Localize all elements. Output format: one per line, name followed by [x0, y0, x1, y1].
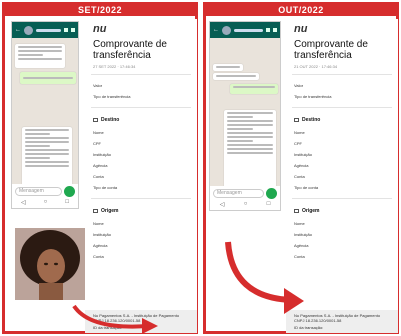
chat-footer: Mensagem ◁ ○ □: [12, 184, 78, 208]
message-input[interactable]: Mensagem: [15, 187, 62, 196]
phone-icon[interactable]: [273, 28, 277, 32]
chat-header: ←: [12, 22, 78, 38]
recent-nav-icon[interactable]: □: [65, 199, 69, 206]
receipt-date: 21 OUT 2022 · 17:46:34: [294, 64, 338, 69]
left-whatsapp-screen: ← Mensagem ◁ ○ □: [11, 21, 79, 209]
video-icon[interactable]: [266, 28, 270, 32]
video-icon[interactable]: [64, 28, 68, 32]
nubank-logo: nu: [93, 23, 107, 35]
receipt-date: 27 SET 2022 · 17:46:34: [93, 64, 136, 69]
chat-footer: Mensagem ◁ ○ □: [210, 186, 280, 210]
origem-heading: Origem: [302, 208, 320, 214]
nome-label: Nome: [294, 130, 305, 135]
receipt-title: Comprovante de transferência: [93, 39, 167, 61]
android-navbar: ◁ ○ □: [210, 201, 280, 208]
instituicao2-label: Instituição: [294, 232, 313, 237]
right-banner: OUT/2022: [206, 5, 396, 16]
message-input[interactable]: Mensagem: [213, 189, 264, 198]
message-bubble: [230, 84, 278, 94]
left-banner: SET/2022: [5, 5, 195, 16]
destination-icon: [294, 118, 299, 122]
back-nav-icon[interactable]: ◁: [21, 199, 26, 206]
android-navbar: ◁ ○ □: [12, 199, 78, 206]
nome2-label: Nome: [294, 221, 305, 226]
nubank-logo: nu: [294, 23, 308, 35]
tipo-label: Tipo de transferência: [294, 94, 332, 99]
avatar[interactable]: [222, 25, 231, 35]
tipo-conta-label: Tipo de conta: [294, 185, 319, 190]
receipt-thumbnail[interactable]: [224, 110, 276, 188]
cpf-label: CPF: [294, 141, 302, 146]
conta-label: Conta: [294, 174, 305, 179]
chat-title: [36, 28, 61, 32]
nome2-label: Nome: [93, 221, 104, 226]
woman-photo: [15, 228, 85, 300]
cpf-label: CPF: [93, 141, 101, 146]
tipo-conta-label: Tipo de conta: [93, 185, 118, 190]
receipt-title: Comprovante de transferência: [294, 39, 368, 61]
destino-heading: Destino: [101, 117, 120, 123]
message-bubble: [213, 73, 259, 80]
conta2-label: Conta: [93, 254, 104, 259]
origin-icon: [294, 209, 299, 213]
message-bubble: [213, 64, 243, 71]
back-arrow-icon[interactable]: ←: [213, 27, 219, 33]
footer-transaction-id: ID da transação:: [294, 325, 324, 330]
chat-header: ←: [210, 22, 280, 38]
origin-icon: [93, 209, 98, 213]
left-receipt: nu Comprovante de transferência 27 SET 2…: [85, 19, 197, 333]
right-whatsapp-screen: ← Mensagem ◁ ○ □: [209, 21, 281, 211]
red-arrow-right: [225, 241, 304, 314]
mic-icon[interactable]: [64, 186, 75, 197]
valor-label: Valor: [294, 83, 304, 88]
valor-label: Valor: [93, 83, 103, 88]
tipo-label: Tipo de transferência: [93, 94, 131, 99]
agencia2-label: Agência: [93, 243, 108, 248]
instituicao-label: Instituição: [294, 152, 313, 157]
recent-nav-icon[interactable]: □: [267, 201, 271, 208]
nome-label: Nome: [93, 130, 104, 135]
home-nav-icon[interactable]: ○: [44, 199, 48, 206]
home-nav-icon[interactable]: ○: [244, 201, 248, 208]
footer-cnpj: CNPJ 18.236.120/0001-58: [294, 318, 342, 323]
phone-icon[interactable]: [71, 28, 75, 32]
destino-heading: Destino: [302, 117, 321, 123]
message-bubble: [15, 44, 65, 68]
back-arrow-icon[interactable]: ←: [15, 27, 21, 33]
destination-icon: [93, 118, 98, 122]
red-arrow-left: [72, 304, 158, 334]
origem-heading: Origem: [101, 208, 119, 214]
instituicao-label: Instituição: [93, 152, 112, 157]
agencia-label: Agência: [93, 163, 108, 168]
agencia-label: Agência: [294, 163, 309, 168]
mic-icon[interactable]: [266, 188, 277, 199]
audio-message[interactable]: [20, 72, 76, 84]
back-nav-icon[interactable]: ◁: [220, 201, 225, 208]
chat-title: [234, 28, 263, 32]
avatar[interactable]: [24, 25, 33, 35]
instituicao2-label: Instituição: [93, 232, 112, 237]
conta-label: Conta: [93, 174, 104, 179]
